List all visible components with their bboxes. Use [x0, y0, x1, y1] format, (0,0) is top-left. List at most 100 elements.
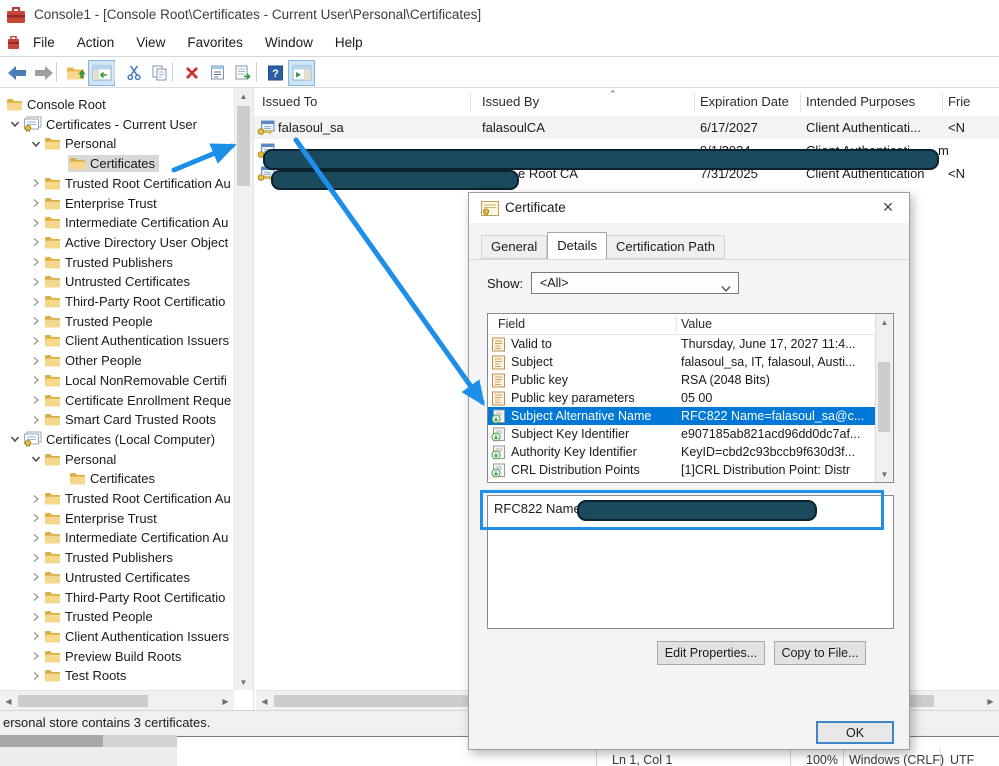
copy-to-file-button[interactable]: Copy to File... — [774, 641, 866, 665]
menu-view[interactable]: View — [125, 30, 176, 55]
tree-item-client-authentication-issuers[interactable]: Client Authentication Issuers — [0, 627, 254, 646]
menu-favorites[interactable]: Favorites — [176, 30, 254, 55]
tree-item-untrusted-certificates[interactable]: Untrusted Certificates — [0, 568, 254, 587]
menu-file[interactable]: File — [22, 30, 66, 55]
tree-item-client-authentication-issuers[interactable]: Client Authentication Issuers — [0, 331, 254, 350]
tree-item-third-party-root-certificatio[interactable]: Third-Party Root Certificatio — [0, 292, 254, 311]
tree-item-certificates[interactable]: Certificates — [0, 154, 254, 173]
chevron-right-icon[interactable] — [29, 297, 43, 307]
cut-icon[interactable] — [120, 60, 147, 86]
scroll-left-icon[interactable]: ◀ — [0, 693, 17, 709]
chevron-right-icon[interactable] — [29, 316, 43, 326]
show-action-pane-icon[interactable] — [288, 60, 315, 86]
chevron-right-icon[interactable] — [29, 257, 43, 267]
field-row-valid-to[interactable]: Valid toThursday, June 17, 2027 11:4... — [488, 335, 876, 353]
certificate-row-falasoul-sa[interactable]: falasoul_safalasoulCA6/17/2027Client Aut… — [254, 116, 999, 139]
tree-vscroll-thumb[interactable] — [237, 106, 250, 186]
menu-window[interactable]: Window — [254, 30, 324, 55]
ok-button[interactable]: OK — [816, 721, 894, 744]
properties-icon[interactable] — [204, 60, 231, 86]
tree-item-smart-card-trusted-roots[interactable]: Smart Card Trusted Roots — [0, 410, 254, 429]
chevron-right-icon[interactable] — [29, 198, 43, 208]
field-row-subject-alternative-name[interactable]: Subject Alternative NameRFC822 Name=fala… — [488, 407, 876, 425]
scroll-down-icon[interactable]: ▼ — [876, 466, 893, 482]
tab-details[interactable]: Details — [547, 232, 607, 259]
tree-item-trusted-root-certification-au[interactable]: Trusted Root Certification Au — [0, 174, 254, 193]
chevron-down-icon[interactable] — [29, 454, 43, 464]
close-icon[interactable]: × — [867, 193, 909, 223]
tree-hscroll-thumb[interactable] — [18, 695, 148, 707]
chevron-right-icon[interactable] — [29, 336, 43, 346]
show-console-tree-icon[interactable] — [88, 60, 115, 86]
column-header-intended-purposes[interactable]: Intended Purposes — [806, 88, 915, 116]
chevron-right-icon[interactable] — [29, 356, 43, 366]
chevron-right-icon[interactable] — [29, 375, 43, 385]
column-divider[interactable] — [470, 93, 471, 112]
tree-item-trusted-people[interactable]: Trusted People — [0, 312, 254, 331]
tree-item-console-root[interactable]: Console Root — [0, 95, 237, 114]
tree-item-intermediate-certification-au[interactable]: Intermediate Certification Au — [0, 528, 254, 547]
chevron-right-icon[interactable] — [29, 553, 43, 563]
chevron-right-icon[interactable] — [29, 494, 43, 504]
column-header-frie[interactable]: Frie — [948, 88, 970, 116]
chevron-down-icon[interactable] — [8, 434, 22, 444]
tree-item-enterprise-trust[interactable]: Enterprise Trust — [0, 509, 254, 528]
tree-item-active-directory-user-object[interactable]: Active Directory User Object — [0, 233, 254, 252]
help-icon[interactable]: ? — [262, 60, 289, 86]
tree-item-local-nonremovable-certifi[interactable]: Local NonRemovable Certifi — [0, 371, 254, 390]
export-list-icon[interactable] — [230, 60, 257, 86]
tree-item-other-people[interactable]: Other People — [0, 351, 254, 370]
tree-item-trusted-publishers[interactable]: Trusted Publishers — [0, 253, 254, 272]
tree-item-personal[interactable]: Personal — [0, 134, 254, 153]
tree-horizontal-scrollbar[interactable]: ◀ ▶ — [0, 690, 234, 710]
chevron-right-icon[interactable] — [29, 513, 43, 523]
tree-item-certificate-enrollment-reque[interactable]: Certificate Enrollment Reque — [0, 391, 254, 410]
field-list-scrollbar[interactable]: ▲ ▼ — [875, 314, 893, 482]
chevron-right-icon[interactable] — [29, 178, 43, 188]
tab-certification-path[interactable]: Certification Path — [607, 235, 725, 259]
tree-item-certificates-current-user[interactable]: Certificates - Current User — [0, 115, 240, 134]
chevron-right-icon[interactable] — [29, 572, 43, 582]
chevron-right-icon[interactable] — [29, 395, 43, 405]
back-arrow-icon[interactable] — [4, 60, 31, 86]
chevron-right-icon[interactable] — [29, 612, 43, 622]
field-row-subject-key-identifier[interactable]: Subject Key Identifiere907185ab821acd96d… — [488, 425, 876, 443]
chevron-down-icon[interactable] — [29, 139, 43, 149]
field-row-public-key[interactable]: Public keyRSA (2048 Bits) — [488, 371, 876, 389]
tree-item-enterprise-trust[interactable]: Enterprise Trust — [0, 194, 254, 213]
menu-help[interactable]: Help — [324, 30, 374, 55]
field-scroll-thumb[interactable] — [878, 362, 890, 432]
chevron-right-icon[interactable] — [29, 592, 43, 602]
edit-properties-button[interactable]: Edit Properties... — [657, 641, 765, 665]
scroll-right-icon[interactable]: ▶ — [982, 693, 999, 709]
tree-item-trusted-publishers[interactable]: Trusted Publishers — [0, 548, 254, 567]
column-header-issued-to[interactable]: Issued To — [262, 88, 317, 116]
scroll-right-icon[interactable]: ▶ — [217, 693, 234, 709]
tree-item-untrusted-certificates[interactable]: Untrusted Certificates — [0, 272, 254, 291]
scroll-down-icon[interactable]: ▼ — [235, 674, 252, 690]
tab-general[interactable]: General — [481, 235, 547, 259]
tree-item-preview-build-roots[interactable]: Preview Build Roots — [0, 647, 254, 666]
tree-item-intermediate-certification-au[interactable]: Intermediate Certification Au — [0, 213, 254, 232]
tree-item-trusted-people[interactable]: Trusted People — [0, 607, 254, 626]
chevron-right-icon[interactable] — [29, 651, 43, 661]
tree-item-test-roots[interactable]: Test Roots — [0, 666, 254, 685]
forward-arrow-icon[interactable] — [30, 60, 57, 86]
column-header-issued-by[interactable]: Issued By — [482, 88, 539, 116]
column-divider[interactable] — [694, 93, 695, 112]
field-row-subject[interactable]: Subjectfalasoul_sa, IT, falasoul, Austi.… — [488, 353, 876, 371]
delete-icon[interactable] — [178, 60, 205, 86]
tree-item-certificates-local-computer[interactable]: Certificates (Local Computer) — [0, 430, 240, 449]
tree-item-certificates[interactable]: Certificates — [0, 469, 254, 488]
chevron-right-icon[interactable] — [29, 237, 43, 247]
chevron-right-icon[interactable] — [29, 277, 43, 287]
chevron-right-icon[interactable] — [29, 218, 43, 228]
field-row-crl-distribution-points[interactable]: CRL Distribution Points[1]CRL Distributi… — [488, 461, 876, 479]
tree-item-third-party-root-certificatio[interactable]: Third-Party Root Certificatio — [0, 588, 254, 607]
show-dropdown[interactable]: <All> — [531, 272, 739, 294]
column-header-expiration-date[interactable]: Expiration Date — [700, 88, 789, 116]
chevron-right-icon[interactable] — [29, 631, 43, 641]
scroll-left-icon[interactable]: ◀ — [256, 693, 273, 709]
scroll-up-icon[interactable]: ▲ — [876, 314, 893, 330]
field-row-public-key-parameters[interactable]: Public key parameters05 00 — [488, 389, 876, 407]
